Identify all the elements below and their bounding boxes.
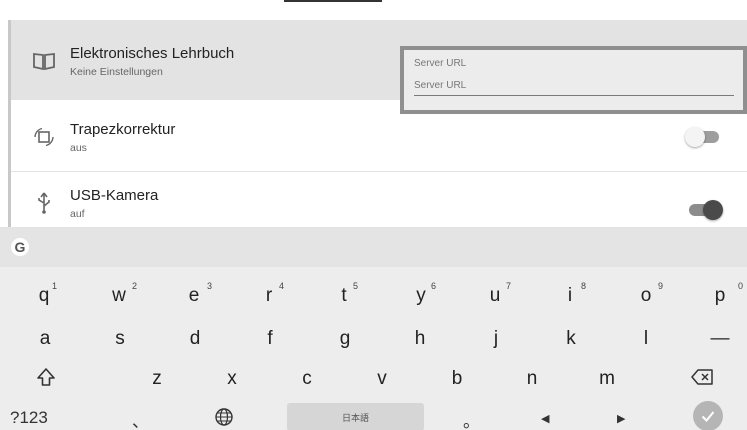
key-r[interactable]: r4	[249, 281, 289, 307]
backspace-icon	[691, 369, 713, 385]
key-t[interactable]: t5	[324, 281, 364, 307]
setting-subtitle: Keine Einstellungen	[70, 66, 163, 78]
cursor-right-icon[interactable]: ▶	[617, 412, 625, 425]
cursor-left-icon[interactable]: ◀	[541, 412, 549, 425]
key-m[interactable]: m	[587, 368, 627, 390]
key-label: t	[341, 285, 347, 306]
key-dash[interactable]: —	[700, 328, 740, 350]
key-k[interactable]: k	[551, 328, 591, 350]
server-url-input[interactable]	[414, 76, 734, 96]
setting-title: Trapezkorrektur	[70, 121, 176, 138]
key-f[interactable]: f	[250, 328, 290, 350]
key-hint: 3	[207, 281, 213, 291]
key-s[interactable]: s	[100, 328, 140, 350]
key-label: y	[416, 285, 426, 306]
toggle-knob	[703, 200, 723, 220]
key-label: o	[640, 285, 652, 306]
space-key-label: 日本語	[341, 412, 369, 423]
key-g[interactable]: g	[325, 328, 365, 350]
key-l[interactable]: l	[626, 328, 666, 350]
shift-key[interactable]	[26, 367, 66, 393]
top-strip	[0, 0, 747, 20]
globe-icon	[215, 408, 233, 426]
key-o[interactable]: o9	[626, 281, 666, 307]
key-a[interactable]: a	[25, 328, 65, 350]
key-label: r	[265, 285, 273, 306]
keystone-icon	[31, 124, 57, 150]
key-h[interactable]: h	[400, 328, 440, 350]
space-key[interactable]: 日本語	[287, 403, 424, 430]
key-i[interactable]: i8	[550, 281, 590, 307]
period-key[interactable]: 。	[463, 407, 480, 430]
key-label: p	[714, 285, 726, 306]
backspace-key[interactable]	[683, 367, 723, 393]
check-icon	[701, 411, 715, 422]
server-url-field-box[interactable]: Server URL	[400, 46, 747, 114]
setting-title: Elektronisches Lehrbuch	[70, 45, 235, 62]
key-label: q	[38, 285, 50, 306]
symbols-key[interactable]: ?123	[10, 408, 48, 428]
underline-fragment	[284, 0, 382, 2]
server-url-label: Server URL	[414, 58, 467, 69]
key-hint: 4	[279, 281, 285, 291]
key-d[interactable]: d	[175, 328, 215, 350]
key-hint: 1	[52, 281, 58, 291]
setting-row-usb-camera[interactable]: USB-Kamera auf	[11, 173, 747, 227]
key-n[interactable]: n	[512, 368, 552, 390]
key-hint: 6	[431, 281, 437, 291]
key-hint: 5	[353, 281, 359, 291]
key-hint: 7	[506, 281, 512, 291]
shift-icon	[37, 368, 55, 386]
key-label: e	[188, 285, 200, 306]
key-y[interactable]: y6	[401, 281, 441, 307]
setting-title: USB-Kamera	[70, 187, 159, 204]
enter-check-button[interactable]	[693, 401, 723, 430]
google-logo-icon[interactable]: G	[11, 238, 29, 256]
key-c[interactable]: c	[287, 368, 327, 390]
usb-icon	[31, 190, 57, 216]
key-hint: 8	[581, 281, 587, 291]
key-hint: 2	[132, 281, 138, 291]
key-j[interactable]: j	[476, 328, 516, 350]
keystone-toggle[interactable]	[685, 127, 719, 147]
soft-keyboard: G q1 w2 e3 r4 t5 y6 u7 i8 o9 p0 a s d f …	[0, 227, 747, 430]
language-key[interactable]	[214, 407, 234, 430]
key-u[interactable]: u7	[475, 281, 515, 307]
key-hint: 0	[738, 281, 744, 291]
key-x[interactable]: x	[212, 368, 252, 390]
toggle-knob	[685, 127, 705, 147]
keyboard-suggestion-bar: G	[0, 227, 747, 267]
key-v[interactable]: v	[362, 368, 402, 390]
key-label: u	[489, 285, 501, 306]
key-label: i	[567, 285, 573, 306]
comma-key[interactable]: 、	[132, 407, 149, 430]
setting-subtitle: auf	[70, 208, 85, 220]
key-p[interactable]: p0	[700, 281, 743, 307]
key-hint: 9	[658, 281, 664, 291]
book-icon	[31, 48, 57, 74]
usb-camera-toggle[interactable]	[689, 200, 723, 220]
key-w[interactable]: w2	[99, 281, 139, 307]
key-q[interactable]: q1	[24, 281, 64, 307]
key-z[interactable]: z	[137, 368, 177, 390]
setting-subtitle: aus	[70, 142, 87, 154]
settings-list: Elektronisches Lehrbuch Keine Einstellun…	[0, 20, 747, 227]
key-b[interactable]: b	[437, 368, 477, 390]
key-label: w	[112, 285, 126, 306]
key-e[interactable]: e3	[174, 281, 214, 307]
